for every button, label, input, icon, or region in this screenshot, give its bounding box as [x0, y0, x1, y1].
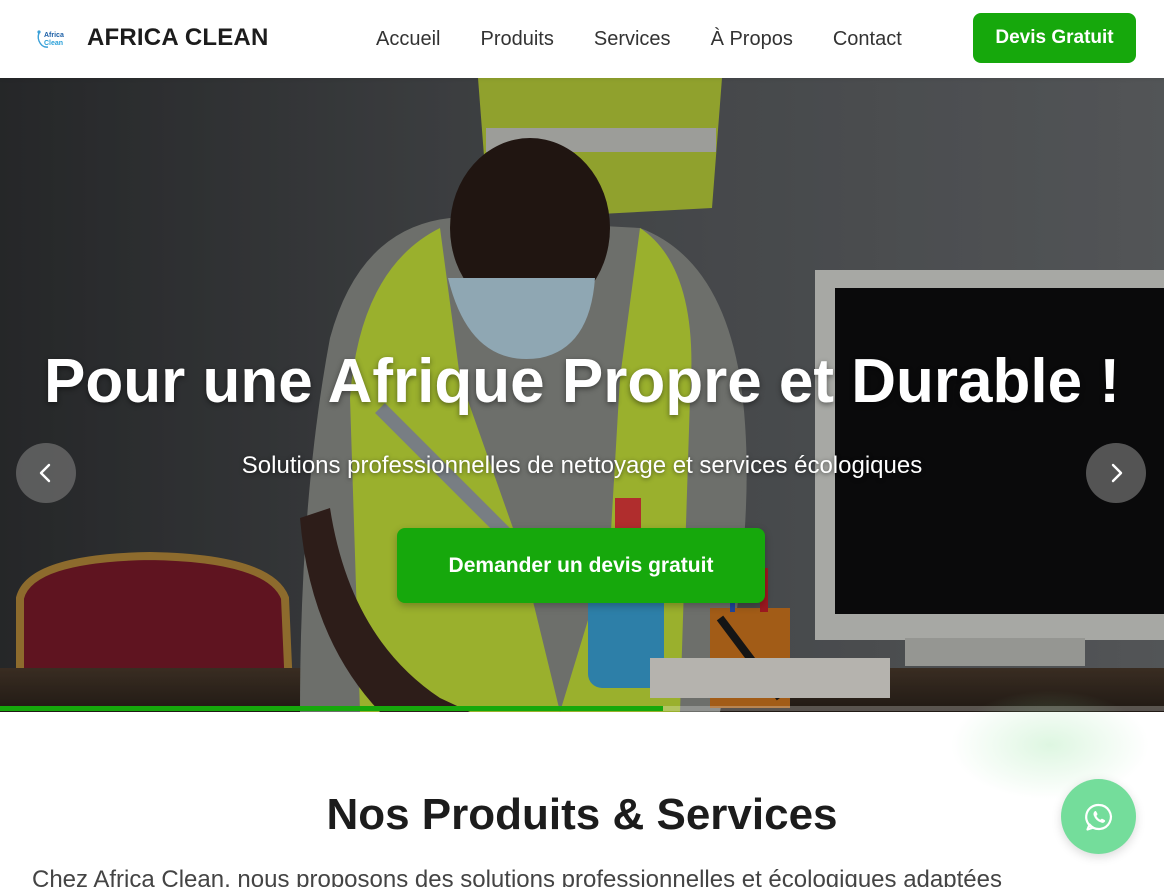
hero-slider: Pour une Afrique Propre et Durable ! Sol… — [0, 78, 1164, 712]
decorative-glow — [950, 690, 1150, 800]
request-quote-button[interactable]: Demander un devis gratuit — [397, 528, 765, 603]
brand-name[interactable]: AFRICA CLEAN — [87, 24, 269, 52]
section-intro: Chez Africa Clean, nous proposons des so… — [32, 866, 1002, 887]
nav-item-produits[interactable]: Produits — [460, 28, 573, 51]
free-quote-button[interactable]: Devis Gratuit — [973, 13, 1136, 63]
hero-subtitle: Solutions professionnelles de nettoyage … — [241, 452, 923, 479]
slider-progress-fill — [0, 706, 664, 711]
whatsapp-icon — [1084, 803, 1112, 831]
svg-text:Clean: Clean — [44, 40, 63, 47]
section-title: Nos Produits & Services — [326, 790, 838, 839]
main-nav: Accueil Produits Services À Propos Conta… — [356, 0, 922, 78]
slider-prev-button[interactable] — [16, 443, 76, 503]
site-header: Africa Clean AFRICA CLEAN Accueil Produi… — [0, 0, 1164, 78]
nav-item-services[interactable]: Services — [574, 28, 691, 51]
slider-next-button[interactable] — [1086, 443, 1146, 503]
hero-title: Pour une Afrique Propre et Durable ! — [44, 347, 1120, 416]
svg-text:Africa: Africa — [44, 32, 64, 39]
africa-clean-logo[interactable]: Africa Clean — [34, 26, 70, 52]
whatsapp-button[interactable] — [1061, 779, 1136, 854]
nav-item-accueil[interactable]: Accueil — [356, 28, 460, 51]
nav-item-a-propos[interactable]: À Propos — [691, 28, 813, 51]
chevron-right-icon — [1111, 463, 1123, 483]
nav-item-contact[interactable]: Contact — [813, 28, 922, 51]
chevron-left-icon — [39, 463, 51, 483]
